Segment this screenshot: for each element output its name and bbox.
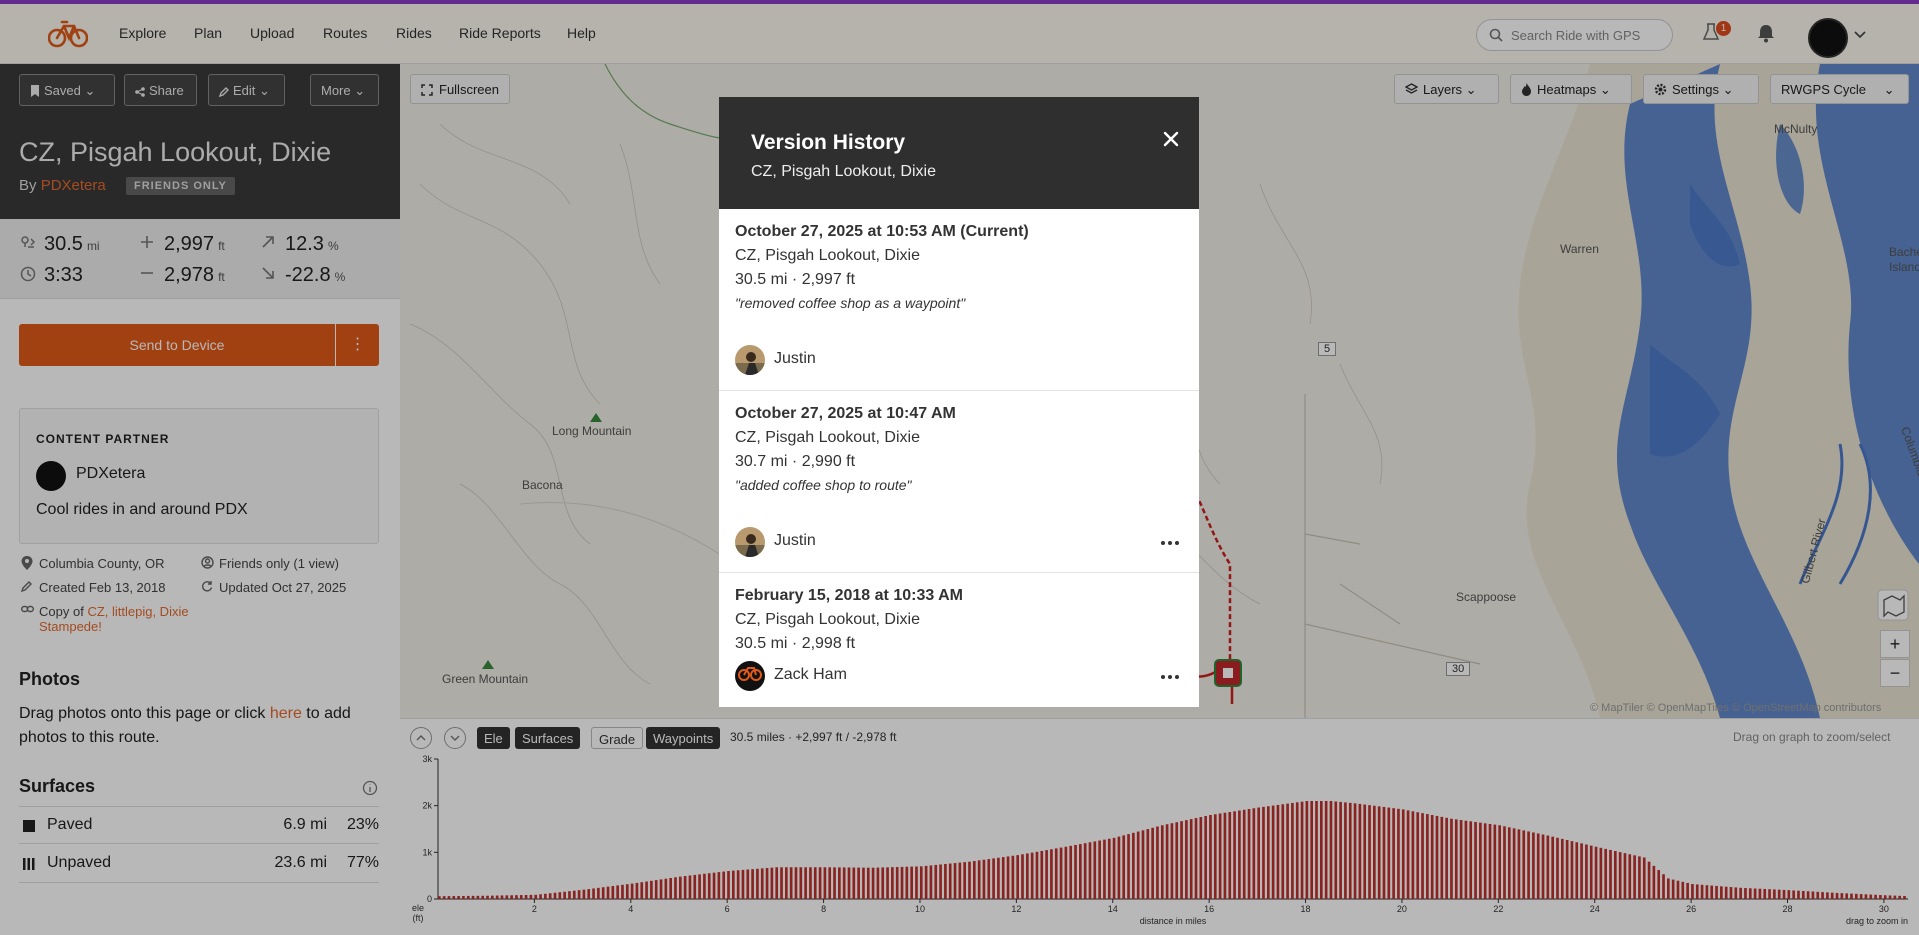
user-avatar <box>735 527 765 557</box>
version-item-current[interactable]: October 27, 2025 at 10:53 AM (Current) C… <box>719 209 1199 391</box>
version-user: Justin <box>774 350 816 367</box>
version-history-modal: Version History CZ, Pisgah Lookout, Dixi… <box>719 97 1199 707</box>
version-timestamp: October 27, 2025 at 10:53 AM (Current) <box>735 223 1029 240</box>
modal-title: Version History <box>751 131 906 154</box>
modal-header: Version History CZ, Pisgah Lookout, Dixi… <box>719 97 1199 209</box>
version-route-name: CZ, Pisgah Lookout, Dixie <box>735 429 920 446</box>
version-item[interactable]: February 15, 2018 at 10:33 AM CZ, Pisgah… <box>719 573 1199 707</box>
version-stats: 30.5 mi · 2,998 ft <box>735 635 856 652</box>
version-route-name: CZ, Pisgah Lookout, Dixie <box>735 247 920 264</box>
more-options-icon[interactable] <box>1161 541 1179 545</box>
version-comment: "added coffee shop to route" <box>735 477 912 493</box>
version-item[interactable]: October 27, 2025 at 10:47 AM CZ, Pisgah … <box>719 391 1199 573</box>
version-timestamp: October 27, 2025 at 10:47 AM <box>735 405 956 422</box>
version-timestamp: February 15, 2018 at 10:33 AM <box>735 587 963 604</box>
version-user: Justin <box>774 532 816 549</box>
version-route-name: CZ, Pisgah Lookout, Dixie <box>735 611 920 628</box>
version-stats: 30.7 mi · 2,990 ft <box>735 453 856 470</box>
version-user: Zack Ham <box>774 666 847 683</box>
modal-subtitle: CZ, Pisgah Lookout, Dixie <box>751 163 936 180</box>
user-avatar <box>735 661 765 691</box>
more-options-icon[interactable] <box>1161 675 1179 679</box>
user-avatar <box>735 345 765 375</box>
version-comment: "removed coffee shop as a waypoint" <box>735 295 966 311</box>
version-stats: 30.5 mi · 2,997 ft <box>735 271 856 288</box>
close-icon[interactable] <box>1163 131 1179 147</box>
